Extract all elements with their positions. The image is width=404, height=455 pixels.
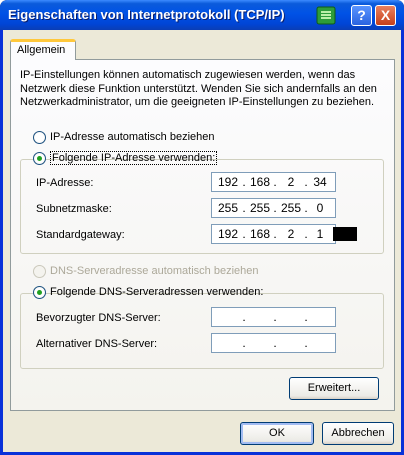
dialog-client-area: Allgemein IP-Einstellungen können automa…: [3, 30, 401, 452]
ip-dot: .: [273, 175, 277, 189]
ip-dot: .: [242, 175, 246, 189]
ip-dot: .: [304, 336, 308, 350]
text-cursor: [333, 227, 357, 241]
default-gateway-label: Standardgateway:: [36, 229, 125, 241]
help-button[interactable]: ?: [351, 5, 372, 26]
close-button[interactable]: X: [375, 5, 396, 26]
gateway-octet-1: 192: [217, 227, 239, 241]
alternate-dns-label: Alternativer DNS-Server:: [36, 338, 158, 350]
dns-group-box: [20, 293, 384, 369]
ip-octet-2: 168: [249, 175, 271, 189]
ip-octet-4: 34: [313, 175, 327, 189]
advanced-button[interactable]: Erweitert...: [289, 377, 379, 400]
ok-button[interactable]: OK: [240, 422, 314, 445]
radio-ip-manual-label: Folgende IP-Adresse verwenden:: [50, 151, 218, 165]
gateway-octet-4: 1: [316, 227, 324, 241]
subnet-octet-1: 255: [217, 201, 239, 215]
ip-dot: .: [242, 201, 246, 215]
radio-ip-manual[interactable]: Folgende IP-Adresse verwenden:: [33, 151, 218, 168]
ip-octet-3: 2: [287, 175, 295, 189]
app-icon: [316, 6, 336, 25]
tab-allgemein[interactable]: Allgemein: [10, 39, 76, 60]
gateway-octet-3: 2: [287, 227, 295, 241]
subnet-octet-4: 0: [316, 201, 324, 215]
ip-dot: .: [273, 336, 277, 350]
radio-dns-auto-indicator[interactable]: [33, 265, 46, 278]
ip-dot: .: [242, 310, 246, 324]
ip-dot: .: [242, 336, 246, 350]
intro-text: IP-Einstellungen können automatisch zuge…: [20, 69, 377, 108]
dialog-window: Eigenschaften von Internetprotokoll (TCP…: [0, 0, 404, 455]
preferred-dns-input[interactable]: . . .: [211, 307, 336, 327]
subnet-mask-input[interactable]: 255 . 255 . 255 . 0: [211, 198, 336, 218]
window-title: Eigenschaften von Internetprotokoll (TCP…: [8, 7, 285, 22]
radio-dns-manual-label: Folgende DNS-Serveradressen verwenden:: [50, 286, 264, 298]
ip-address-input[interactable]: 192 . 168 . 2 . 34: [211, 172, 336, 192]
radio-ip-manual-indicator[interactable]: [33, 152, 46, 165]
ip-dot: .: [273, 201, 277, 215]
title-bar[interactable]: Eigenschaften von Internetprotokoll (TCP…: [0, 0, 404, 30]
radio-dns-auto-label: DNS-Serveradresse automatisch beziehen: [50, 265, 259, 277]
ip-dot: .: [273, 227, 277, 241]
alternate-dns-input[interactable]: . . .: [211, 333, 336, 353]
radio-dns-manual-indicator[interactable]: [33, 286, 46, 299]
preferred-dns-label: Bevorzugter DNS-Server:: [36, 312, 161, 324]
subnet-mask-label: Subnetzmaske:: [36, 203, 112, 215]
default-gateway-input[interactable]: 192 . 168 . 2 . 1: [211, 224, 357, 244]
radio-dns-manual[interactable]: Folgende DNS-Serveradressen verwenden:: [33, 286, 263, 302]
radio-ip-auto-label: IP-Adresse automatisch beziehen: [50, 131, 215, 143]
ip-address-label: IP-Adresse:: [36, 177, 94, 189]
cancel-button[interactable]: Abbrechen: [322, 422, 394, 445]
ip-octet-1: 192: [217, 175, 239, 189]
ip-dot: .: [273, 310, 277, 324]
subnet-octet-3: 255: [280, 201, 302, 215]
gateway-octet-2: 168: [249, 227, 271, 241]
radio-ip-auto-indicator[interactable]: [33, 131, 46, 144]
ip-dot: .: [242, 227, 246, 241]
subnet-octet-2: 255: [249, 201, 271, 215]
ip-dot: .: [304, 310, 308, 324]
